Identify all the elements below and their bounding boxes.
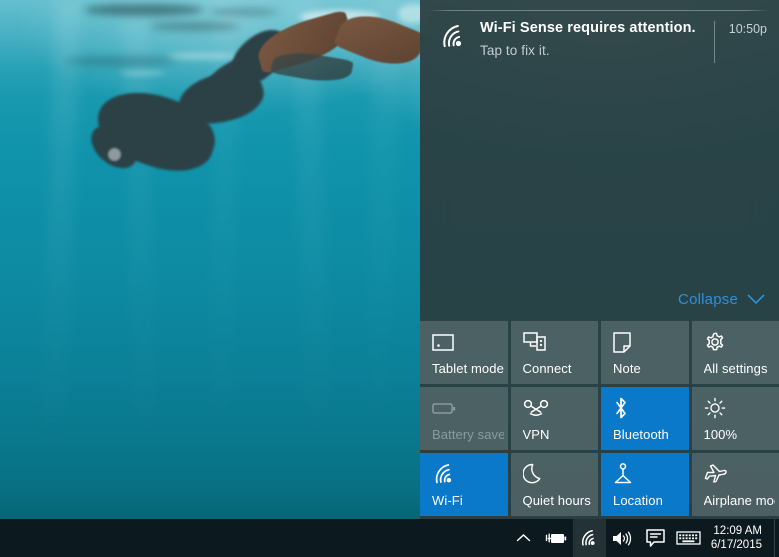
wave-shadow [84,4,204,16]
gear-icon [704,330,779,354]
airplane-icon [704,462,779,486]
notification-title: Wi-Fi Sense requires attention. [480,20,696,36]
quick-action-label: Location [613,493,663,508]
wifi-icon [432,462,508,486]
quick-action-tablet-mode[interactable]: Tablet mode [420,321,508,384]
quick-action-quiet-hours[interactable]: Quiet hours [510,453,599,516]
taskbar-empty-area[interactable] [0,519,507,557]
quick-action-label: Connect [522,361,572,376]
touch-keyboard-button[interactable] [672,519,705,557]
action-center-panel: Wi-Fi Sense requires attention. Tap to f… [420,0,779,519]
wave-shadow [208,8,278,16]
quick-action-wifi[interactable]: Wi-Fi [420,453,508,516]
quick-action-bluetooth[interactable]: Bluetooth [601,387,689,450]
quick-action-label: Quiet hours [522,493,591,508]
surface-foam [120,70,166,76]
brightness-icon [704,396,779,420]
clock-date: 6/17/2015 [710,539,762,551]
notification-subtitle: Tap to fix it. [480,43,550,58]
quick-action-location[interactable]: Location [601,453,689,516]
network-tray-button[interactable] [572,519,606,557]
collapse-button[interactable]: Collapse [678,291,765,308]
moon-icon [522,462,599,486]
quick-action-label: VPN [522,427,550,442]
system-tray: 12:09 AM 6/17/2015 [507,519,779,557]
vpn-icon [523,396,599,420]
notification-empty-space [420,79,779,291]
battery-tray-button[interactable] [540,519,573,557]
diver-hand-highlight [108,148,121,161]
battery-icon [432,396,508,420]
notification-time-divider [713,21,715,63]
surface-foam [168,52,238,60]
quick-action-label: Battery saver [432,427,504,442]
quick-action-label: 100% [703,427,738,442]
quick-actions-grid: Tablet mode Connect Note All settings Ba… [420,321,779,519]
volume-tray-button[interactable] [606,519,639,557]
bluetooth-icon [613,396,689,420]
note-icon [613,330,689,354]
wave-shadow [150,22,240,31]
action-center-tray-button[interactable] [639,519,672,557]
quick-action-label: Tablet mode [432,361,504,376]
tablet-icon [432,330,508,354]
wifi-sense-icon [432,19,476,49]
quick-action-all-settings[interactable]: All settings [691,321,779,384]
battery-charging-icon [545,531,568,546]
wifi-icon [579,529,600,547]
connect-icon [522,330,599,354]
quick-action-label: Wi-Fi [432,493,463,508]
notification-body: Wi-Fi Sense requires attention. Tap to f… [476,19,704,60]
speaker-icon [611,530,633,547]
chevron-up-icon [516,533,531,543]
location-icon [613,462,689,486]
collapse-row: Collapse [420,291,779,321]
keyboard-icon [676,530,701,546]
quick-action-label: All settings [703,361,768,376]
quick-action-label: Note [613,361,641,376]
quick-action-vpn[interactable]: VPN [510,387,599,450]
clock-time: 12:09 AM [713,525,762,537]
show-hidden-icons-button[interactable] [507,519,540,557]
wave-shadow [66,56,176,66]
quick-action-note[interactable]: Note [601,321,689,384]
quick-action-airplane-mode[interactable]: Airplane mode [691,453,779,516]
show-desktop-button[interactable] [774,519,779,557]
taskbar: 12:09 AM 6/17/2015 [0,519,779,557]
action-center-icon [646,529,665,547]
quick-action-connect[interactable]: Connect [510,321,599,384]
quick-action-battery-saver[interactable]: Battery saver [420,387,508,450]
quick-action-label: Bluetooth [613,427,669,442]
notification-timestamp: 10:50p [728,22,767,36]
clock-button[interactable]: 12:09 AM 6/17/2015 [705,519,774,557]
notification-wifi-sense[interactable]: Wi-Fi Sense requires attention. Tap to f… [420,0,779,79]
notification-list: Wi-Fi Sense requires attention. Tap to f… [420,0,779,79]
notification-time-block: 10:50p [704,19,767,63]
collapse-label: Collapse [678,291,738,308]
quick-action-brightness[interactable]: 100% [691,387,779,450]
quick-action-label: Airplane mode [703,493,776,508]
chevron-down-icon [747,294,765,305]
